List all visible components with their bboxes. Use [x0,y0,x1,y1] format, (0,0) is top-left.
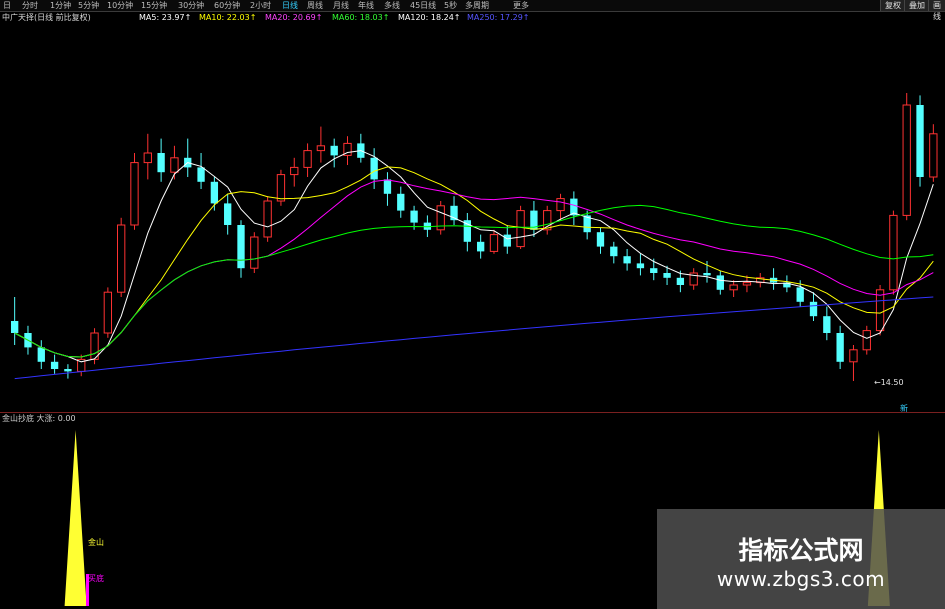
candle [263,196,272,242]
candle [357,133,365,163]
candle [902,93,911,221]
candle [50,354,59,374]
tab-9[interactable]: 日线 [282,0,298,11]
candle [303,143,312,177]
candle [143,133,152,180]
candle [636,253,645,276]
watermark-title: 指标公式网 [738,536,864,565]
tab-16[interactable]: 多周期 [465,0,489,11]
watermark-url: www.zbgs3.com [716,567,886,591]
candle [916,95,924,187]
tab-10[interactable]: 周线 [307,0,323,11]
candle [64,364,72,379]
tab-7[interactable]: 60分钟 [214,0,240,11]
candle [530,201,538,237]
candle [583,210,591,240]
ma5-value: MA5: 23.97↑ [139,13,192,22]
candle [184,138,192,177]
candle [689,268,698,290]
candle [450,196,458,225]
gold-label: 金山 [88,537,104,547]
candle [237,220,245,278]
candle [849,345,858,381]
candle [769,268,778,290]
candle [250,232,259,273]
tab-6[interactable]: 30分钟 [178,0,204,11]
candle [130,153,139,230]
candle [862,325,871,355]
tab-13[interactable]: 多线 [384,0,400,11]
ma-line-ma10 [14,166,934,358]
candle [543,205,552,235]
candle [610,241,618,264]
tab-11[interactable]: 月线 [333,0,349,11]
stock-chart-window: 日分时 1分钟 5分钟 10分钟 15分钟 30分钟 60分钟 2小时 日线 周线 月线 年线 多线 45… [0,0,945,609]
candle [570,191,578,225]
candle [889,210,898,295]
candle [197,153,205,189]
restore-button[interactable]: 复权 [880,0,905,11]
ma120-value: MA120: 18.24↑ [398,13,461,22]
tab-4[interactable]: 10分钟 [107,0,133,11]
tab-0[interactable]: 日 [3,0,11,11]
candle [103,287,113,338]
tab-5[interactable]: 15分钟 [141,0,167,11]
candle [556,193,565,221]
tab-2[interactable]: 1分钟 [50,0,71,11]
candle [10,297,19,345]
ma-line-ma250 [14,296,934,380]
candle [623,249,631,271]
indicator-header: 金山抄底 大涨: 0.00 [2,414,76,424]
tab-1[interactable]: 分时 [22,0,38,11]
ma250-value: MA250: 17.29↑ [467,13,530,22]
candle [729,280,738,297]
buy-label: 买底 [88,573,104,583]
stock-title: 中广天择(日线 前比复权) [2,13,91,22]
tab-8[interactable]: 2小时 [250,0,271,11]
candle [316,126,326,163]
overlay-button[interactable]: 叠加 [904,0,929,11]
candle [397,186,405,218]
candle [77,354,86,377]
tab-14[interactable]: 45日线 [410,0,436,11]
candle [716,270,724,295]
watermark: 指标公式网 www.zbgs3.com [657,509,945,609]
indicator-title: 金山抄底 大涨: 0.00 [2,414,76,423]
candle [157,138,165,182]
candlestick-chart[interactable]: ←14.50 新 [0,23,945,412]
tab-17[interactable]: 更多 [513,0,529,11]
date-marker: 新 [900,403,908,412]
candle [276,169,286,206]
candle [809,292,818,321]
tab-3[interactable]: 5分钟 [78,0,99,11]
candle [489,229,499,254]
candle [117,217,126,297]
indicator-peak [64,430,87,606]
period-toolbar: 日分时 1分钟 5分钟 10分钟 15分钟 30分钟 60分钟 2小时 日线 周线 月线 年线 多线 45… [0,0,945,21]
candle [823,306,831,341]
tab-15[interactable]: 5秒 [444,0,457,11]
candle [463,213,472,252]
candle [290,157,299,187]
ma20-value: MA20: 20.69↑ [265,13,323,22]
pane-divider[interactable] [0,412,945,413]
ma10-value: MA10: 22.03↑ [199,13,257,22]
candle [224,193,232,235]
ma-line-ma5 [14,150,934,363]
candle [836,325,844,369]
candle [596,227,605,254]
low-price-label: ←14.50 [874,378,904,387]
candle [436,201,445,235]
candle [330,138,338,168]
candle [343,136,352,165]
draw-button[interactable]: 画线 [928,0,945,21]
candle [37,340,45,369]
ma60-value: MA60: 18.03↑ [332,13,390,22]
candle [476,234,485,259]
tab-12[interactable]: 年线 [358,0,374,11]
candle [929,124,938,182]
candle [383,172,392,206]
ma-line-ma60 [14,204,934,358]
candle [756,273,765,288]
